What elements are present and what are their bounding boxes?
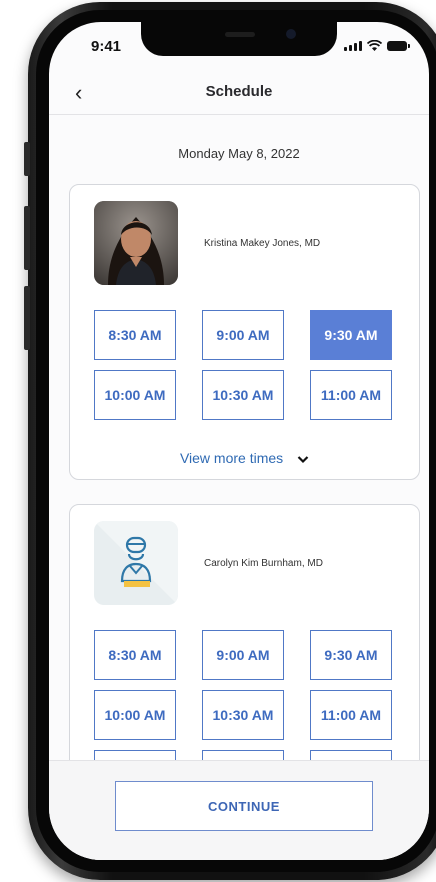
doctor-name: Kristina Makey Jones, MD xyxy=(204,238,321,249)
continue-button[interactable]: CONTINUE xyxy=(115,781,373,831)
time-slot[interactable]: 8:30 AM xyxy=(94,310,176,360)
time-slot[interactable]: 8:30 AM xyxy=(94,630,176,680)
status-icons xyxy=(344,40,410,51)
doctor-card: Kristina Makey Jones, MD 8:30 AM 9:00 AM… xyxy=(69,184,420,480)
time-slot[interactable]: 9:30 AM xyxy=(310,630,392,680)
schedule-date: Monday May 8, 2022 xyxy=(178,146,300,161)
time-slot[interactable]: 10:30 AM xyxy=(202,370,284,420)
view-more-times-link[interactable]: View more times xyxy=(70,450,419,466)
time-slot[interactable]: 10:00 AM xyxy=(94,370,176,420)
time-slot[interactable]: 9:00 AM xyxy=(202,630,284,680)
screen: 9:41 ‹ Schedule Monday May 8, 2022 Krist… xyxy=(49,22,429,860)
footer-bar: CONTINUE xyxy=(49,760,429,860)
view-more-label: View more times xyxy=(179,450,284,466)
battery-icon xyxy=(387,41,410,51)
doctor-photo xyxy=(94,201,178,285)
wifi-icon xyxy=(367,40,382,51)
volume-up-button xyxy=(24,206,30,270)
signal-icon xyxy=(344,41,362,51)
time-slot[interactable]: 11:00 AM xyxy=(310,370,392,420)
mute-switch xyxy=(24,142,30,176)
notch xyxy=(141,22,337,56)
speaker xyxy=(225,32,255,37)
time-slot[interactable]: 11:00 AM xyxy=(310,690,392,740)
volume-down-button xyxy=(24,286,30,350)
camera xyxy=(286,29,296,39)
header: ‹ Schedule xyxy=(49,74,429,115)
page-title: Schedule xyxy=(205,83,273,100)
time-slot[interactable]: 9:00 AM xyxy=(202,310,284,360)
time-slot[interactable]: 10:00 AM xyxy=(94,690,176,740)
status-time: 9:41 xyxy=(91,38,122,55)
time-slot-selected[interactable]: 9:30 AM xyxy=(310,310,392,360)
chevron-down-icon xyxy=(297,456,309,463)
doctor-name: Carolyn Kim Burnham, MD xyxy=(204,558,323,569)
doctor-placeholder-icon xyxy=(94,521,178,605)
time-slot[interactable]: 10:30 AM xyxy=(202,690,284,740)
